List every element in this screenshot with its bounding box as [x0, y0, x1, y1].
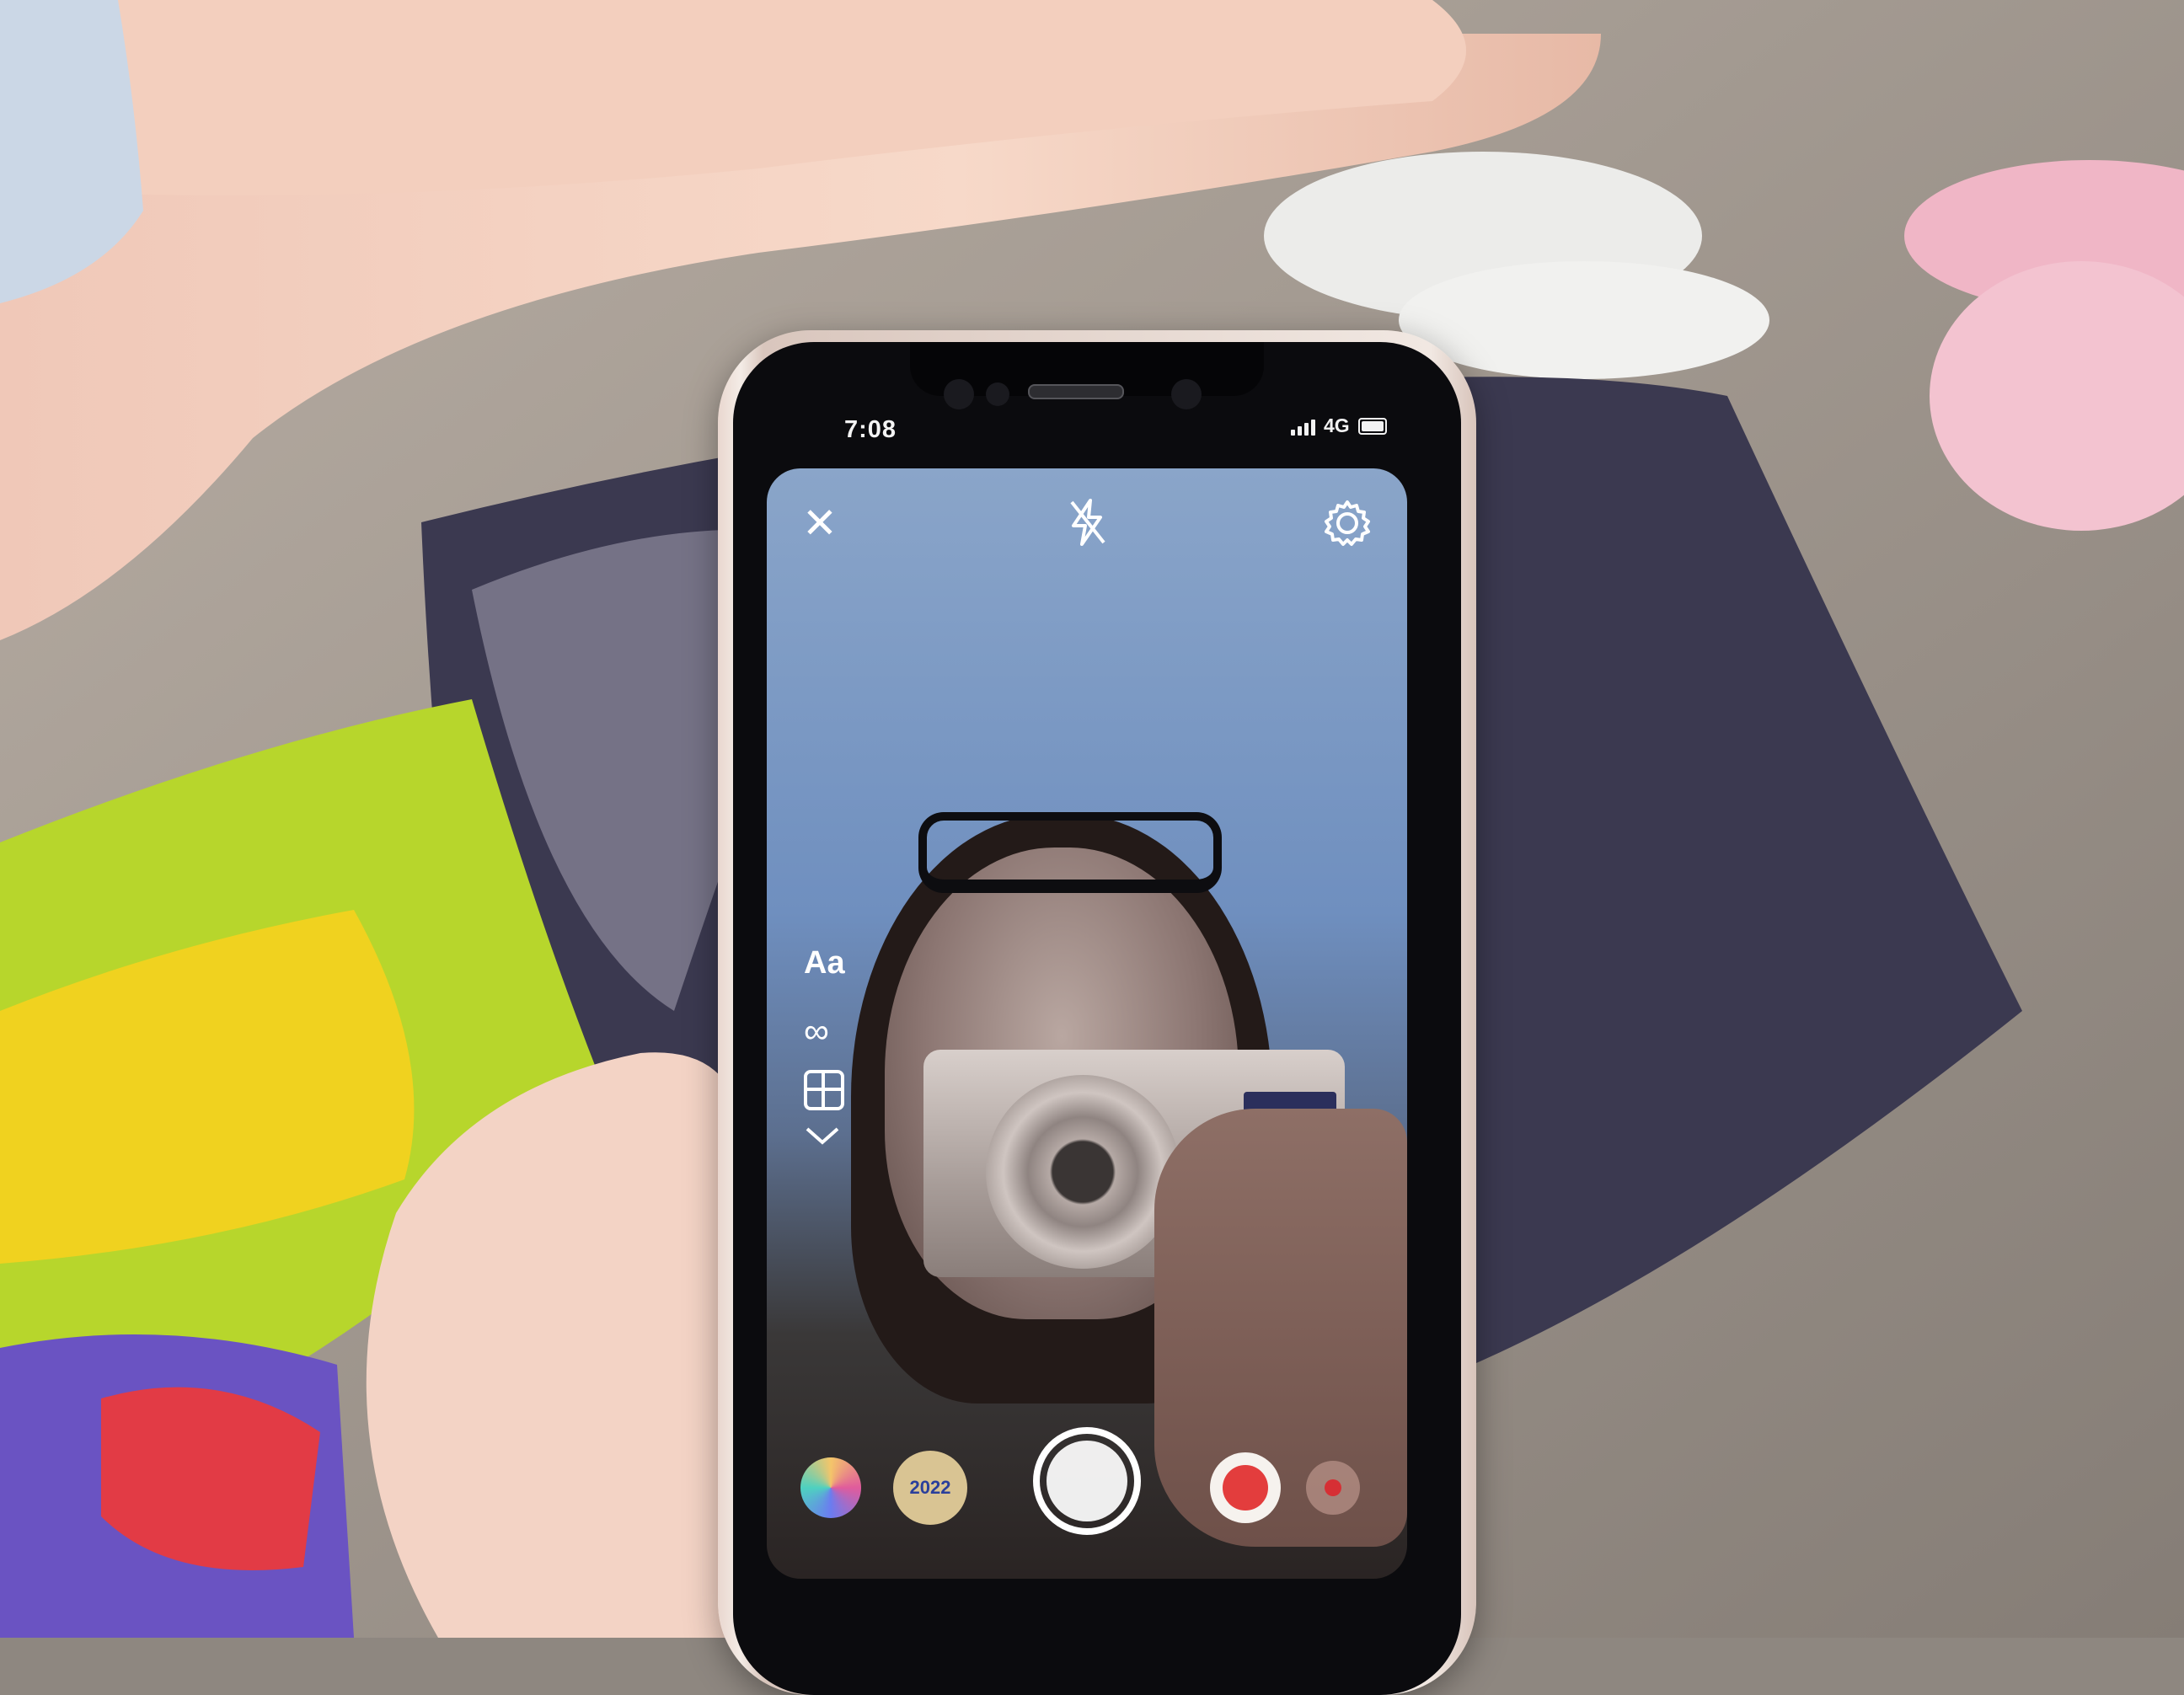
phone-screen: 7:08 4G ✕ Aa ∞ 2022 — [733, 342, 1461, 1695]
2022-effect[interactable]: 2022 — [893, 1451, 967, 1525]
reflection-camera-lens — [986, 1075, 1180, 1269]
shutter-button[interactable] — [1033, 1427, 1141, 1535]
front-camera — [1171, 379, 1202, 409]
effects-bar: 2022 — [767, 1427, 1407, 1545]
effect-label: 2022 — [909, 1477, 951, 1498]
layout-grid-icon[interactable] — [804, 1070, 844, 1110]
chevron-down-icon[interactable] — [806, 1126, 839, 1150]
dot-effect[interactable] — [1306, 1461, 1360, 1515]
flash-off-icon[interactable] — [1065, 497, 1109, 552]
gear-icon[interactable] — [1323, 499, 1372, 552]
infinity-icon[interactable]: ∞ — [804, 1011, 829, 1051]
earpiece-speaker — [1028, 384, 1124, 399]
camera-viewfinder[interactable]: ✕ Aa ∞ 2022 — [767, 468, 1407, 1579]
status-time: 7:08 — [844, 416, 897, 443]
signal-icon — [1291, 417, 1315, 436]
status-indicators: 4G — [1291, 414, 1387, 437]
rainbow-effect[interactable] — [800, 1457, 861, 1518]
front-sensor — [944, 379, 974, 409]
sticker-effect[interactable] — [1210, 1452, 1281, 1523]
reflection-sunglasses — [918, 812, 1222, 893]
battery-icon — [1357, 417, 1387, 435]
smartphone: 7:08 4G ✕ Aa ∞ 2022 — [718, 330, 1476, 1695]
text-tool[interactable]: Aa — [804, 945, 845, 981]
network-type: 4G — [1324, 414, 1350, 436]
front-sensor — [986, 382, 1009, 406]
close-icon[interactable]: ✕ — [802, 502, 838, 544]
